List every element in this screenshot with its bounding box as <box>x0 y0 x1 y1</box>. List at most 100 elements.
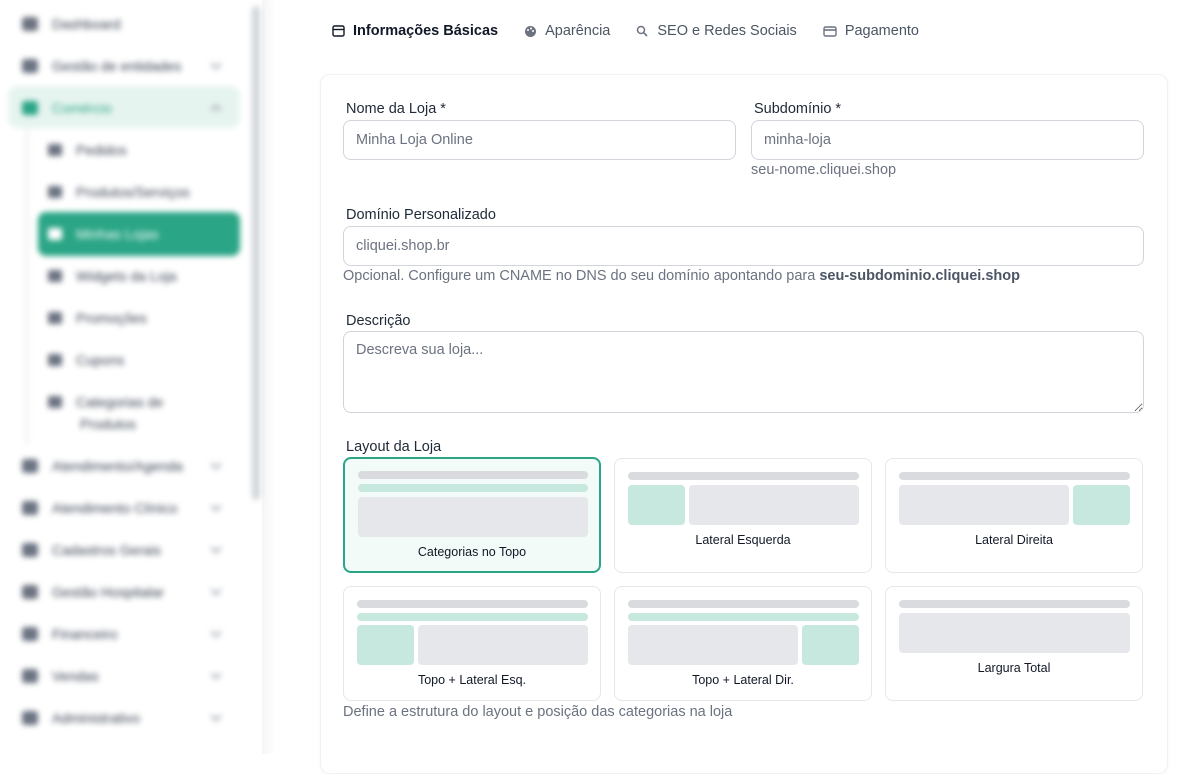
sidebar-item-financial[interactable]: Financeiro <box>22 620 222 648</box>
layout-option-label: Topo + Lateral Esq. <box>417 673 527 687</box>
subdomain-input[interactable] <box>751 120 1144 160</box>
sidebar-item-label: Cadastros Gerais <box>52 542 161 558</box>
sidebar-item-label: Financeiro <box>52 626 118 642</box>
card-icon <box>823 25 837 37</box>
subdomain-help: seu-nome.cliquei.shop <box>751 162 897 178</box>
chevron-down-icon <box>210 58 222 70</box>
tag-icon <box>48 312 62 324</box>
sidebar-subitem-label: Produtos/Serviços <box>76 184 190 200</box>
custom-domain-label: Domínio Personalizado <box>346 207 496 223</box>
category-icon <box>48 396 62 408</box>
sidebar-item-hospital[interactable]: Gestão Hospitalar <box>22 578 222 606</box>
sidebar-item-schedule[interactable]: Atendimento/Agenda <box>22 452 222 480</box>
sidebar-subitem-label: Promoções <box>76 310 147 326</box>
calendar-icon <box>22 459 38 473</box>
sidebar-item-label: Gestão de entidades <box>52 58 182 74</box>
sidebar-subitem-orders[interactable]: Pedidos <box>48 136 127 164</box>
sidebar-subitem-my-stores[interactable]: Minhas Lojas <box>48 220 159 248</box>
tab-seo[interactable]: SEO e Redes Sociais <box>636 20 797 42</box>
sidebar-subitem-label: Pedidos <box>76 142 127 158</box>
layout-help: Define a estrutura do layout e posição d… <box>343 704 733 720</box>
dollar-icon <box>22 627 38 641</box>
sidebar-subitem-categories-line2[interactable]: Produtos <box>80 410 136 438</box>
sidebar-subitem-label: Produtos <box>80 416 137 432</box>
chevron-down-icon <box>210 458 222 470</box>
chevron-down-icon <box>210 584 222 596</box>
sidebar-subitem-products[interactable]: Produtos/Serviços <box>48 178 190 206</box>
layout-option-label: Lateral Direita <box>975 533 1053 547</box>
sidebar-shadow <box>262 0 276 754</box>
sidebar-item-label: Administrativo <box>52 710 140 726</box>
search-icon <box>637 25 648 37</box>
tab-label: Pagamento <box>844 23 919 39</box>
chevron-down-icon <box>210 542 222 554</box>
store-icon <box>22 101 38 115</box>
sidebar-item-commerce[interactable]: Comércio <box>22 94 222 122</box>
description-textarea[interactable] <box>343 331 1144 413</box>
cart-icon <box>48 144 62 156</box>
sidebar-subitem-label: Cupons <box>76 352 125 368</box>
sidebar-subitem-coupons[interactable]: Cupons <box>48 346 124 374</box>
sidebar-subitem-promotions[interactable]: Promoções <box>48 304 147 332</box>
sidebar-item-label: Dashboard <box>52 16 121 32</box>
sidebar: Dashboard Gestão de entidades Comércio P… <box>0 0 262 754</box>
sidebar-item-label: Atendimento/Agenda <box>52 458 183 474</box>
custom-domain-help-bold: seu-subdominio.cliquei.shop <box>819 268 1020 284</box>
sidebar-item-registrations[interactable]: Cadastros Gerais <box>22 536 222 564</box>
dashboard-icon <box>22 17 38 31</box>
sidebar-scrollbar[interactable] <box>252 6 260 500</box>
tab-label: Informações Básicas <box>353 23 499 39</box>
store-name-label: Nome da Loja * <box>346 101 446 117</box>
chevron-down-icon <box>210 626 222 638</box>
store-name-input[interactable] <box>343 120 736 160</box>
sidebar-item-sales[interactable]: Vendas <box>22 662 222 690</box>
sidebar-subitem-label: Categorias de <box>76 394 164 410</box>
layout-label: Layout da Loja <box>346 439 442 455</box>
subdomain-label: Subdomínio * <box>754 101 842 117</box>
ticket-icon <box>48 354 62 366</box>
sidebar-subitem-widgets[interactable]: Widgets da Loja <box>48 262 176 290</box>
entities-icon <box>22 59 38 73</box>
chevron-down-icon <box>210 710 222 722</box>
layout-option-right-sidebar[interactable]: Lateral Direita <box>885 458 1143 573</box>
layout-option-top-left[interactable]: Topo + Lateral Esq. <box>343 586 601 701</box>
sidebar-subitem-label: Minhas Lojas <box>76 226 159 242</box>
tag-icon <box>22 669 38 683</box>
layout-option-label: Largura Total <box>977 661 1051 675</box>
sidebar-item-label: Atendimento Clínico <box>52 500 178 516</box>
layout-option-top-right[interactable]: Topo + Lateral Dir. <box>614 586 872 701</box>
pen-icon <box>22 543 38 557</box>
clinic-icon <box>22 501 38 515</box>
sidebar-item-entities[interactable]: Gestão de entidades <box>22 52 222 80</box>
submenu-guide-line <box>26 128 28 444</box>
hospital-icon <box>22 585 38 599</box>
tab-bar: Informações Básicas Aparência SEO e Rede… <box>332 20 945 42</box>
sidebar-item-label: Vendas <box>52 668 99 684</box>
chevron-down-icon <box>210 500 222 512</box>
custom-domain-help-text: Opcional. Configure um CNAME no DNS do s… <box>343 268 820 284</box>
sidebar-item-dashboard[interactable]: Dashboard <box>22 10 121 38</box>
sidebar-subitem-label: Widgets da Loja <box>76 268 177 284</box>
sidebar-item-label: Comércio <box>52 100 112 116</box>
tab-basic-info[interactable]: Informações Básicas <box>332 20 498 42</box>
custom-domain-input[interactable] <box>343 226 1144 266</box>
custom-domain-help: Opcional. Configure um CNAME no DNS do s… <box>343 268 1020 284</box>
sidebar-item-admin[interactable]: Administrativo <box>22 704 222 732</box>
sidebar-item-clinic[interactable]: Atendimento Clínico <box>22 494 222 522</box>
description-label: Descrição <box>346 313 411 329</box>
layout-option-left-sidebar[interactable]: Lateral Esquerda <box>614 458 872 573</box>
layout-option-full-width[interactable]: Largura Total <box>885 586 1143 701</box>
widget-icon <box>48 270 62 282</box>
store-icon <box>332 25 345 37</box>
layout-option-label: Topo + Lateral Dir. <box>692 673 794 687</box>
tab-payment[interactable]: Pagamento <box>823 20 919 42</box>
layout-option-label: Categorias no Topo <box>417 545 527 559</box>
palette-icon <box>525 25 537 37</box>
tab-label: Aparência <box>545 23 611 39</box>
layout-option-top-categories[interactable]: Categorias no Topo <box>343 457 601 573</box>
sidebar-item-label: Gestão Hospitalar <box>52 584 165 600</box>
building-icon <box>22 711 38 725</box>
tab-appearance[interactable]: Aparência <box>524 20 610 42</box>
chevron-down-icon <box>210 668 222 680</box>
shop-icon <box>48 228 62 240</box>
